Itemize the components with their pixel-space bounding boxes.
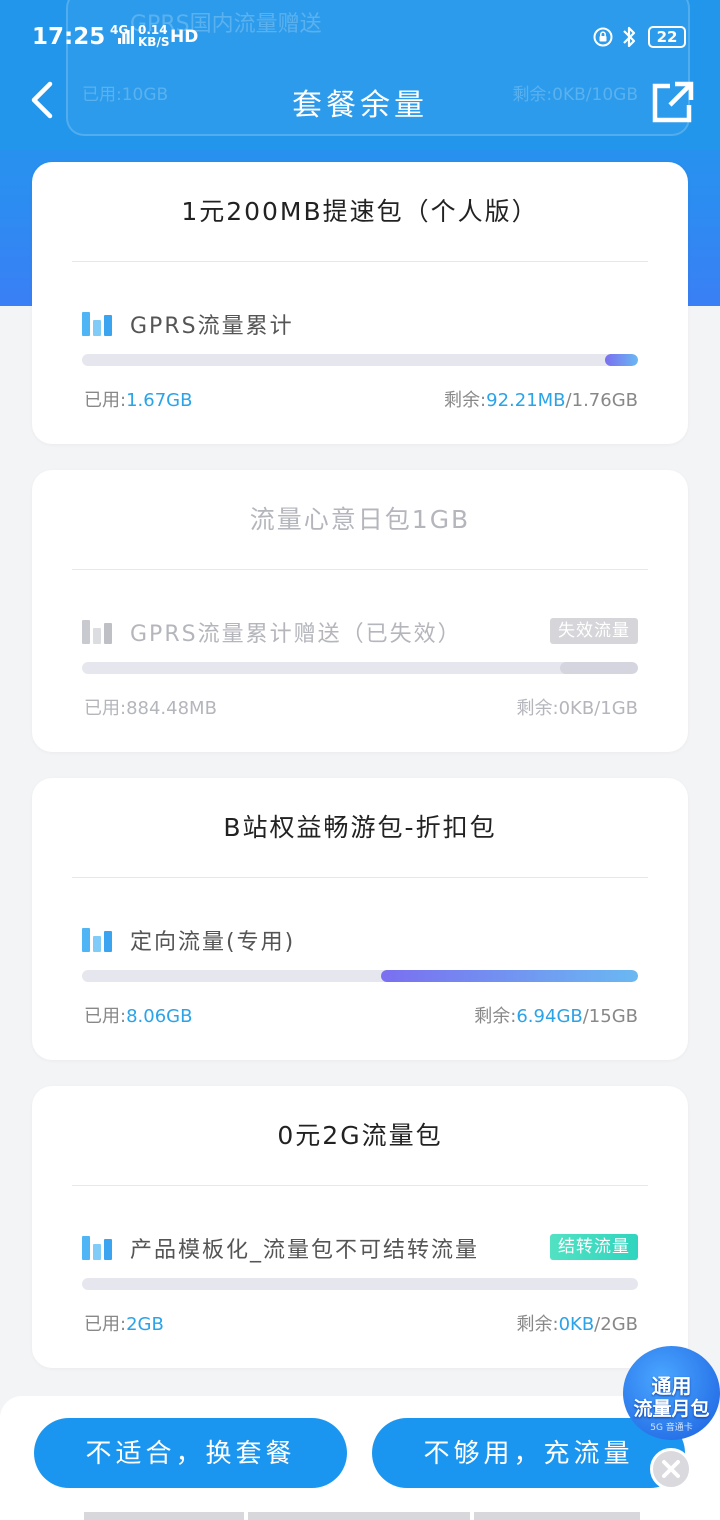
package-card-2[interactable]: 流量心意日包1GB GPRS流量累计赠送（已失效） 失效流量 已用:884.48… <box>32 470 688 752</box>
monthly-flow-promo-badge[interactable]: 通用 流量月包 5G 音通卡 <box>623 1346 720 1440</box>
card-title: B站权益畅游包-折扣包 <box>223 813 497 842</box>
used-prefix: 已用: <box>84 390 127 411</box>
remain-total: /15GB <box>582 1006 638 1027</box>
remain-value: 0KB <box>558 1314 595 1335</box>
net-speed-unit: KB/S <box>138 35 170 49</box>
usage-progress-track <box>82 970 638 982</box>
used-amount: 已用:1.67GB <box>84 386 192 412</box>
used-amount: 已用:884.48MB <box>84 694 217 720</box>
bar-chart-icon <box>82 928 112 952</box>
remain-total: /1GB <box>594 698 638 719</box>
remain-total: /1.76GB <box>565 390 638 411</box>
item-label: GPRS流量累计赠送（已失效） <box>130 622 462 647</box>
remain-prefix: 剩余: <box>516 698 559 719</box>
usage-progress-fill <box>604 354 638 366</box>
bar-chart-icon <box>82 620 112 644</box>
divider <box>72 877 648 878</box>
page: GPRS国内流量赠送 已用:10GB 剩余:0KB/10GB 17:25 4G … <box>0 0 720 1520</box>
expired-flow-tag: 失效流量 <box>550 618 638 644</box>
used-prefix: 已用: <box>84 698 127 719</box>
close-icon <box>662 1460 680 1478</box>
carryover-flow-tag: 结转流量 <box>550 1234 638 1260</box>
usage-progress-track <box>82 662 638 674</box>
signal-icon <box>118 26 134 44</box>
used-value: 1.67GB <box>126 390 193 411</box>
bar-chart-icon <box>82 312 112 336</box>
share-icon[interactable] <box>648 78 696 126</box>
status-bar: 17:25 4G 0.14 KB/S HD 22 <box>0 0 720 72</box>
used-amount: 已用:2GB <box>84 1310 164 1336</box>
bottom-stripes <box>84 1512 640 1520</box>
remaining-amount: 剩余:92.21MB/1.76GB <box>444 386 638 412</box>
usage-progress-track <box>82 1278 638 1290</box>
remaining-amount: 剩余:0KB/2GB <box>516 1310 638 1336</box>
package-card-3[interactable]: B站权益畅游包-折扣包 定向流量(专用) 已用:8.06GB 剩余:6.94GB… <box>32 778 688 1060</box>
item-label: 产品模板化_流量包不可结转流量 <box>130 1238 480 1263</box>
used-amount: 已用:8.06GB <box>84 1002 192 1028</box>
card-title: 流量心意日包1GB <box>249 505 471 534</box>
used-prefix: 已用: <box>84 1314 127 1335</box>
remain-value: 92.21MB <box>486 390 566 411</box>
used-prefix: 已用: <box>84 1006 127 1027</box>
remaining-amount: 剩余:6.94GB/15GB <box>474 1002 638 1028</box>
used-value: 2GB <box>126 1314 164 1335</box>
card-title: 1元200MB提速包（个人版） <box>181 197 539 226</box>
promo-line2: 流量月包 <box>633 1398 710 1420</box>
remain-prefix: 剩余: <box>516 1314 559 1335</box>
status-time: 17:25 <box>32 24 106 50</box>
battery-level: 22 <box>648 26 686 48</box>
rotation-lock-icon <box>593 27 613 47</box>
remain-prefix: 剩余: <box>444 390 487 411</box>
package-card-4[interactable]: 0元2G流量包 产品模板化_流量包不可结转流量 结转流量 已用:2GB 剩余:0… <box>32 1086 688 1368</box>
remaining-amount: 剩余:0KB/1GB <box>516 694 638 720</box>
change-plan-button[interactable]: 不适合，换套餐 <box>34 1418 347 1488</box>
divider <box>72 261 648 262</box>
usage-progress-track <box>82 354 638 366</box>
used-value: 884.48MB <box>126 698 217 719</box>
remain-total: /2GB <box>594 1314 638 1335</box>
page-title: 套餐余量 <box>292 88 428 123</box>
bluetooth-icon <box>623 26 636 48</box>
divider <box>72 1185 648 1186</box>
hd-indicator: HD <box>170 27 199 47</box>
divider <box>72 569 648 570</box>
remain-prefix: 剩余: <box>474 1006 517 1027</box>
card-title: 0元2G流量包 <box>277 1121 443 1150</box>
used-value: 8.06GB <box>126 1006 193 1027</box>
promo-close-button[interactable] <box>650 1448 692 1490</box>
promo-line3: 5G 音通卡 <box>650 1423 693 1433</box>
net-speed: 0.14 KB/S <box>138 24 169 48</box>
remain-value: 0KB <box>558 698 595 719</box>
remain-value: 6.94GB <box>516 1006 583 1027</box>
bar-chart-icon <box>82 1236 112 1260</box>
usage-progress-fill <box>380 970 638 982</box>
item-label: 定向流量(专用) <box>130 930 296 955</box>
item-label: GPRS流量累计 <box>130 314 294 339</box>
package-card-1[interactable]: 1元200MB提速包（个人版） GPRS流量累计 已用:1.67GB 剩余:92… <box>32 162 688 444</box>
usage-progress-fill <box>560 662 638 674</box>
